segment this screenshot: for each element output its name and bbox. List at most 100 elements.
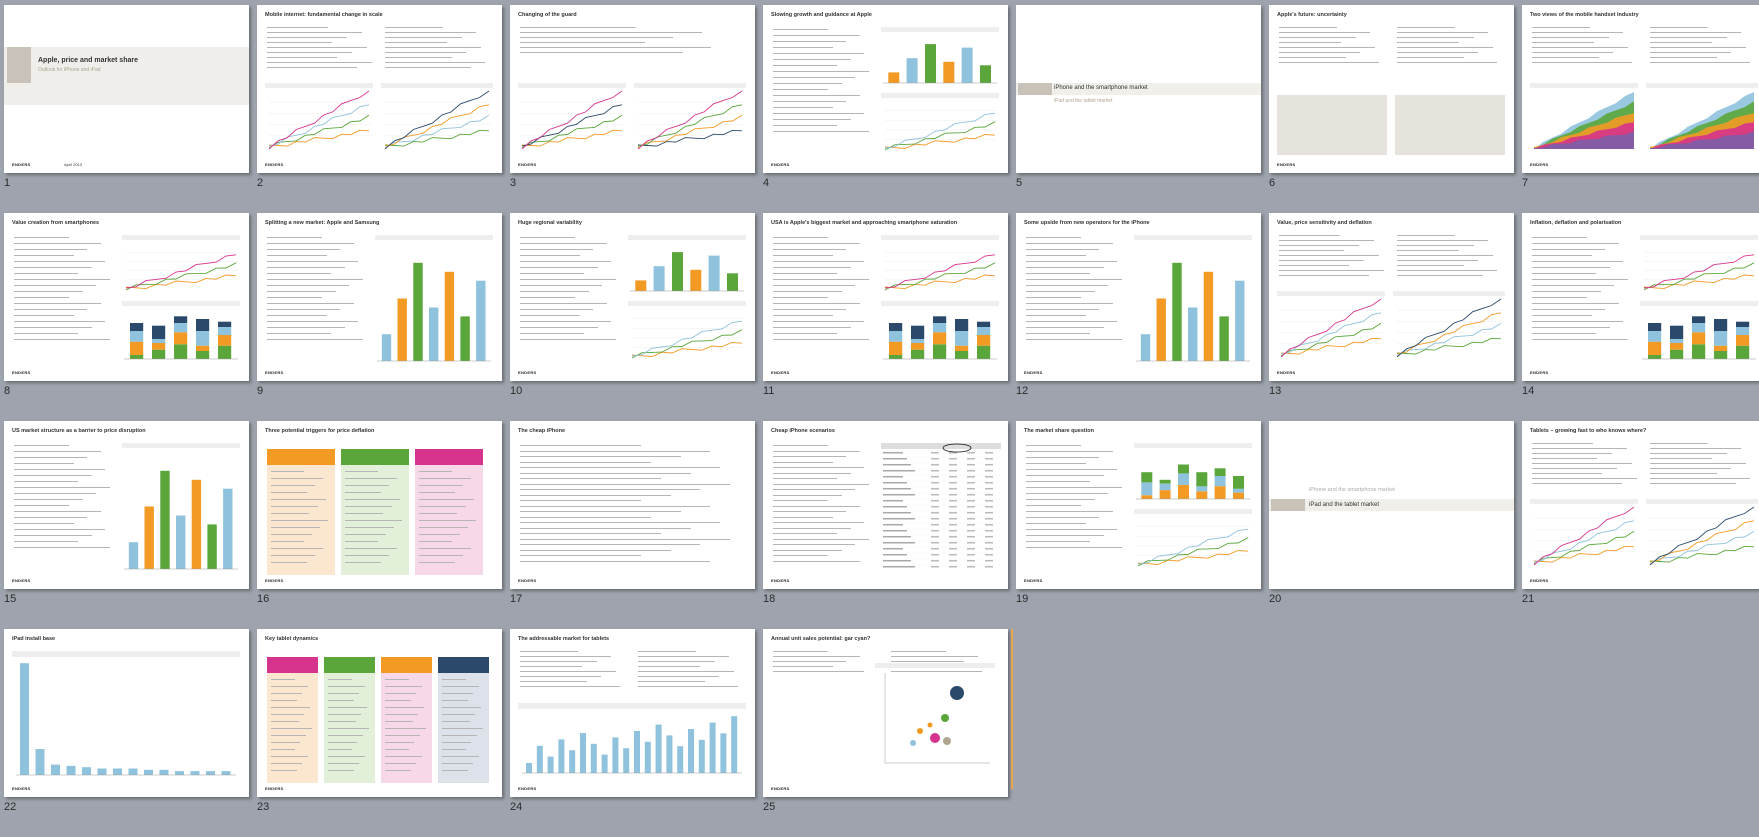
slide-thumbnail-17[interactable]: The cheap iPhone ENDERS: [510, 421, 755, 589]
text-line: [1279, 37, 1356, 39]
text-line: [1026, 321, 1117, 323]
text-line: [267, 267, 345, 269]
text-line: [1279, 42, 1342, 44]
slide-cell[interactable]: Three potential triggers for price defla…: [257, 421, 502, 629]
bar: [977, 321, 991, 327]
text-line: [419, 506, 466, 508]
area-chart: [1646, 83, 1758, 149]
table-cell: [985, 482, 993, 484]
table-cell: [967, 500, 975, 502]
table-cell: [931, 542, 939, 544]
slide-thumbnail-6[interactable]: Apple's future: uncertainty ENDERS: [1269, 5, 1514, 173]
series-line: [268, 90, 370, 150]
series-line: [631, 320, 743, 357]
text-line: [385, 37, 462, 39]
bar: [1196, 472, 1208, 487]
table-cell: [967, 494, 975, 496]
table-cell: [949, 524, 957, 526]
slide-cell[interactable]: The market share question ENDERS 19: [1016, 421, 1261, 629]
slide-cell[interactable]: Some upside from new operators for the i…: [1016, 213, 1261, 421]
text-line: [1532, 478, 1638, 480]
text-line: [520, 467, 721, 469]
slide-cell[interactable]: Mobile internet: fundamental change in s…: [257, 5, 502, 213]
slide-cell[interactable]: Value creation from smartphones ENDERS 8: [4, 213, 249, 421]
slide-cell[interactable]: ENDERS Apple, price and market share Outlo…: [4, 5, 249, 213]
slide-cell[interactable]: Key tablet dynamics ENDERS 23: [257, 629, 502, 837]
slide-thumbnail-18[interactable]: Cheap iPhone scenarios ENDERS: [763, 421, 1008, 589]
slide-thumbnail-7[interactable]: Two views of the mobile handset industry…: [1522, 5, 1759, 173]
slide-cell[interactable]: USA is Apple's biggest market and approa…: [763, 213, 1008, 421]
text-line: [1532, 52, 1614, 54]
text-line: [520, 333, 584, 335]
slide-number: 20: [1269, 593, 1282, 605]
slide-cell[interactable]: Tablets – growing fast to who knows wher…: [1522, 421, 1759, 629]
text-line: [773, 53, 864, 55]
text-line: [520, 555, 641, 557]
slide-cell[interactable]: The cheap iPhone ENDERS 17: [510, 421, 755, 629]
text-line: [773, 309, 846, 311]
slide-thumbnail-12[interactable]: Some upside from new operators for the i…: [1016, 213, 1261, 381]
slide-cell[interactable]: iPhone and the smartphone market iPad and…: [1269, 421, 1514, 629]
slide-thumbnail-9[interactable]: Splitting a new market: Apple and Samsun…: [257, 213, 502, 381]
slide-cell[interactable]: The addressable market for tablets ENDERS…: [510, 629, 755, 837]
chart-header: [1530, 83, 1638, 88]
slide-thumbnail-23[interactable]: Key tablet dynamics ENDERS: [257, 629, 502, 797]
slide-thumbnail-13[interactable]: Value, price sensitivity and deflation EN…: [1269, 213, 1514, 381]
slide-thumbnail-21[interactable]: Tablets – growing fast to who knows wher…: [1522, 421, 1759, 589]
slide-thumbnail-20[interactable]: iPhone and the smartphone market iPad and…: [1269, 421, 1514, 589]
slide-thumbnail-25[interactable]: Annual unit sales potential: gar cyan? EN…: [763, 629, 1008, 797]
trigger-column: [267, 657, 318, 783]
slide-thumbnail-3[interactable]: Changing of the guard ENDERS: [510, 5, 755, 173]
slide-cell[interactable]: Inflation, deflation and polarisation END…: [1522, 213, 1759, 421]
slide-cell[interactable]: Slowing growth and guidance at Apple ENDE…: [763, 5, 1008, 213]
slide-cell[interactable]: Cheap iPhone scenarios ENDERS 18: [763, 421, 1008, 629]
slide-thumbnail-16[interactable]: Three potential triggers for price defla…: [257, 421, 502, 589]
text-line: [1026, 261, 1117, 263]
text-line: [773, 47, 833, 49]
slide-cell[interactable]: iPhone and the smartphone market iPad and…: [1016, 5, 1261, 213]
text-line: [520, 516, 651, 518]
slide-thumbnail-24[interactable]: The addressable market for tablets ENDERS: [510, 629, 755, 797]
slide-thumbnail-5[interactable]: iPhone and the smartphone market iPad and…: [1016, 5, 1261, 173]
table-cell: [967, 488, 975, 490]
slide-cell[interactable]: Apple's future: uncertainty ENDERS 6: [1269, 5, 1514, 213]
text-line: [14, 309, 87, 311]
slide-thumbnail-15[interactable]: US market structure as a barrier to pric…: [4, 421, 249, 589]
slide-cell[interactable]: Changing of the guard ENDERS 3: [510, 5, 755, 213]
slide-cell[interactable]: Annual unit sales potential: gar cyan? EN…: [763, 629, 1013, 837]
slide-thumbnail-4[interactable]: Slowing growth and guidance at Apple ENDE…: [763, 5, 1008, 173]
chart-header: [122, 301, 240, 306]
bar: [1159, 490, 1171, 499]
bar: [677, 746, 684, 773]
text-line: [267, 249, 340, 251]
table-cell: [967, 536, 975, 538]
slide-cell[interactable]: Two views of the mobile handset industry…: [1522, 5, 1759, 213]
text-line: [773, 89, 828, 91]
chart-header: [1393, 291, 1505, 296]
bar: [381, 334, 392, 361]
bar-chart: [881, 301, 999, 360]
slide-thumbnail-10[interactable]: Huge regional variability ENDERS: [510, 213, 755, 381]
slide-thumbnail-1[interactable]: ENDERS Apple, price and market share Outlo…: [4, 5, 249, 173]
text-line: [419, 520, 477, 522]
slide-thumbnail-22[interactable]: iPad install base ENDERS: [4, 629, 249, 797]
series-line: [884, 112, 996, 149]
slide-thumbnail-11[interactable]: USA is Apple's biggest market and approa…: [763, 213, 1008, 381]
slide-cell[interactable]: iPad install base ENDERS 22: [4, 629, 249, 837]
series-line: [1649, 506, 1755, 566]
series-line: [1280, 337, 1382, 355]
slide-thumbnail-8[interactable]: Value creation from smartphones ENDERS: [4, 213, 249, 381]
slide-cell[interactable]: Huge regional variability ENDERS 10: [510, 213, 755, 421]
series-line: [631, 329, 743, 359]
slide-thumbnail-2[interactable]: Mobile internet: fundamental change in s…: [257, 5, 502, 173]
slide-cell[interactable]: Value, price sensitivity and deflation EN…: [1269, 213, 1514, 421]
text-line: [1026, 457, 1099, 459]
slide-thumbnail-19[interactable]: The market share question ENDERS: [1016, 421, 1261, 589]
text-line: [520, 237, 575, 239]
bar: [536, 745, 543, 773]
slide-cell[interactable]: Splitting a new market: Apple and Samsun…: [257, 213, 502, 421]
text-line: [267, 57, 338, 59]
slide-thumbnail-14[interactable]: Inflation, deflation and polarisation END…: [1522, 213, 1759, 381]
slide-cell[interactable]: US market structure as a barrier to pric…: [4, 421, 249, 629]
bar: [397, 298, 407, 361]
